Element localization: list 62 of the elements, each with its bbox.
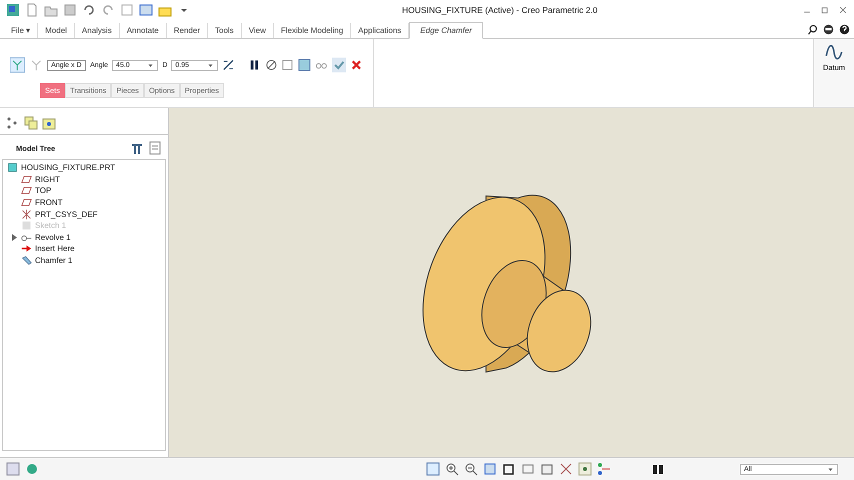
tree-item[interactable]: PRT_CSYS_DEF (7, 208, 161, 220)
menu-tab[interactable]: Model (38, 23, 75, 38)
tree-item[interactable]: HOUSING_FIXTURE.PRT (7, 162, 161, 174)
menu-tab[interactable]: Annotate (120, 23, 167, 38)
tree-item-label: Revolve 1 (35, 232, 71, 242)
tree-item[interactable]: TOP (7, 185, 161, 197)
restore-icon[interactable] (820, 5, 830, 15)
menu-tab[interactable]: Edge Chamfer (409, 22, 483, 39)
tree-item[interactable]: Chamfer 1 (7, 254, 161, 266)
flip-icon[interactable] (222, 58, 234, 72)
app-logo-icon[interactable] (6, 3, 20, 17)
menu-tab[interactable]: Tools (208, 23, 242, 38)
tree-item-label: RIGHT (35, 174, 60, 184)
cancel-icon[interactable] (350, 58, 363, 72)
pause-icon[interactable] (248, 58, 261, 72)
menu-tab[interactable]: Flexible Modeling (274, 23, 352, 38)
tree-item-label: Chamfer 1 (35, 256, 72, 266)
tree-item[interactable]: Insert Here (7, 243, 161, 255)
sketch-icon (21, 220, 32, 232)
tree-item-label: PRT_CSYS_DEF (35, 210, 98, 219)
datum-display-icon[interactable] (559, 462, 573, 476)
menu-tab[interactable]: Analysis (74, 23, 120, 38)
save-icon[interactable] (63, 3, 77, 17)
tree-item-label: FRONT (35, 198, 63, 208)
show-list-icon[interactable] (148, 141, 162, 155)
csys-icon (21, 208, 32, 220)
caret-icon[interactable] (206, 62, 214, 68)
part-icon (7, 162, 18, 174)
menu-tab[interactable]: Render (166, 23, 208, 38)
folder-icon[interactable] (42, 116, 56, 130)
zoom-out-icon[interactable] (464, 462, 478, 476)
annotation-icon[interactable] (597, 462, 611, 476)
plane-icon (21, 197, 32, 208)
help-icon[interactable] (839, 24, 850, 35)
browser-icon[interactable] (25, 462, 39, 476)
search-icon[interactable] (807, 24, 818, 35)
expand-icon[interactable] (11, 234, 18, 241)
ok-icon[interactable] (332, 57, 346, 73)
tree-item-label: Sketch 1 (35, 221, 66, 230)
no-preview-icon[interactable] (264, 58, 278, 72)
plane-icon (21, 185, 32, 196)
undo-icon[interactable] (82, 3, 96, 17)
tree-item[interactable]: Revolve 1 (7, 232, 161, 244)
tree-item-label: HOUSING_FIXTURE.PRT (21, 163, 116, 172)
tree-item-label: TOP (35, 186, 52, 196)
layers-icon[interactable] (24, 116, 38, 130)
new-file-icon[interactable] (25, 3, 39, 17)
caret-icon[interactable] (827, 466, 834, 472)
spin-center-icon[interactable] (578, 462, 592, 476)
window-title: HOUSING_FIXTURE (Active) - Creo Parametric 2.0 (402, 5, 599, 15)
menu-tab[interactable]: File ▾ (4, 23, 38, 38)
zoom-in-icon[interactable] (445, 462, 459, 476)
tree-item[interactable]: RIGHT (7, 174, 161, 186)
menu-tab[interactable]: View (242, 23, 274, 38)
datum-curve-icon[interactable] (825, 43, 843, 61)
chamfer-icon (21, 255, 32, 266)
plane-icon (21, 174, 32, 185)
tree-item-label: Insert Here (35, 244, 75, 254)
caret-icon[interactable] (147, 62, 154, 68)
tree-item[interactable]: FRONT (7, 196, 161, 208)
close-icon[interactable] (838, 5, 848, 15)
arrow-icon (21, 243, 32, 254)
